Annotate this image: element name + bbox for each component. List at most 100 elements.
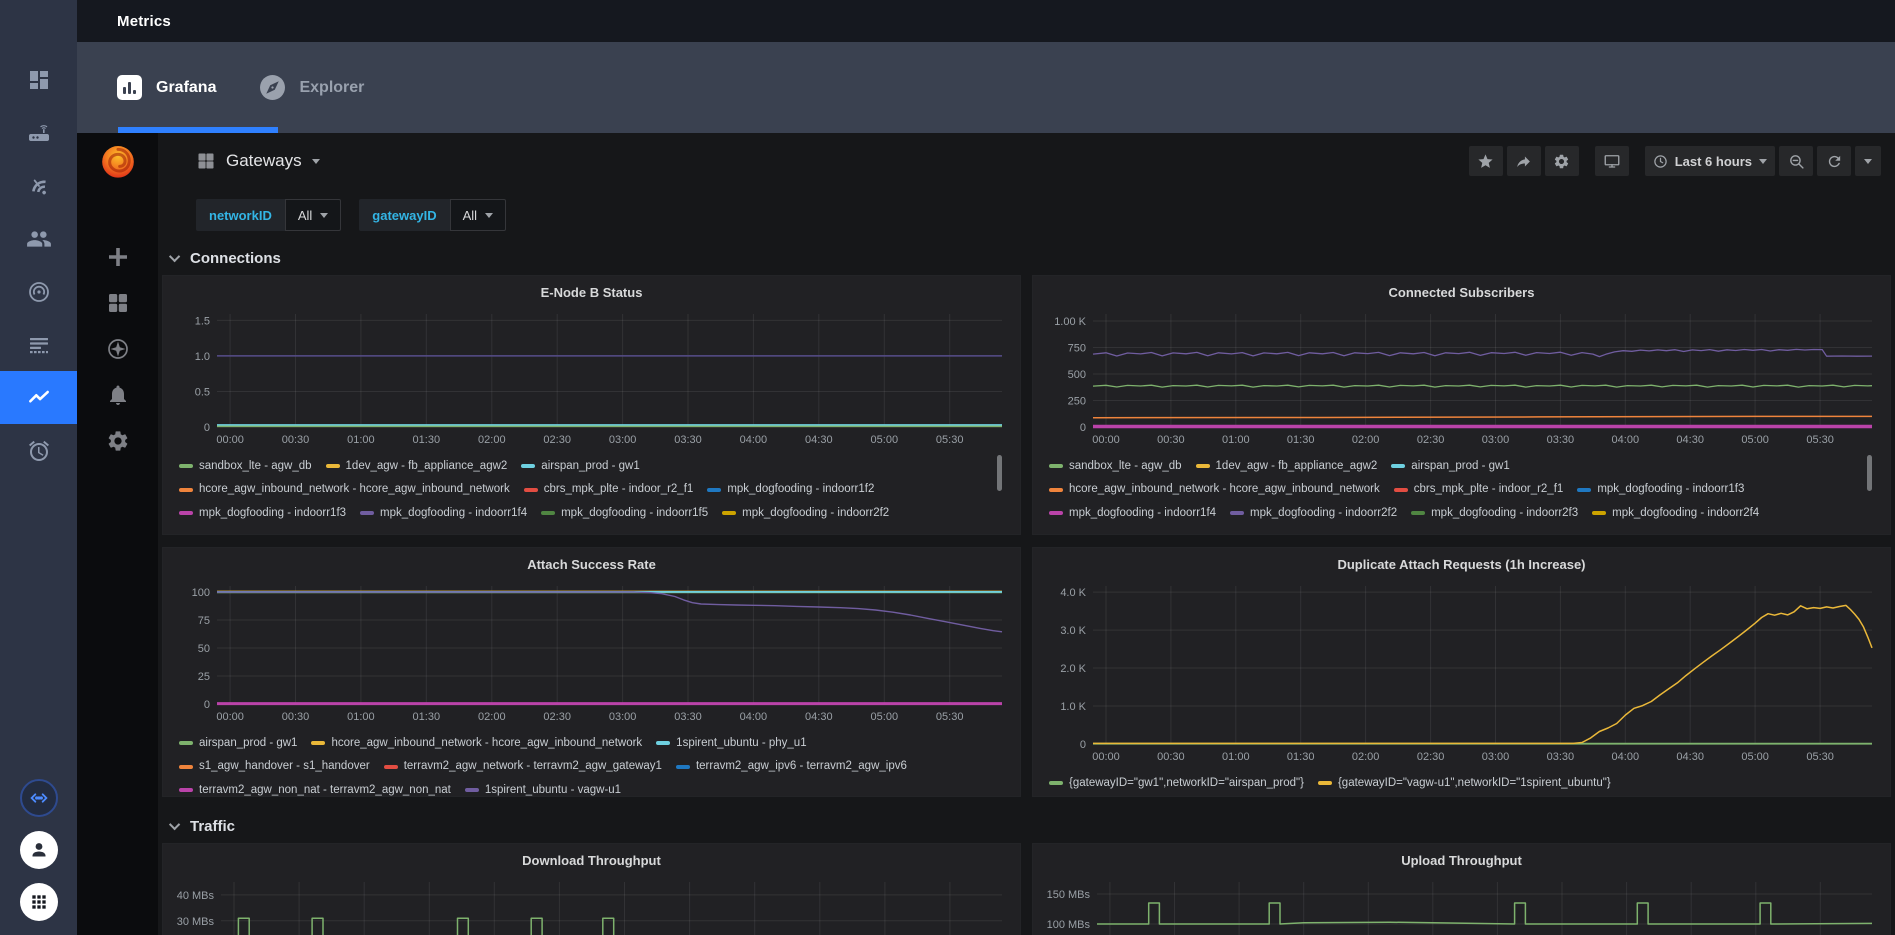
tv-mode-icon — [1603, 152, 1621, 170]
legend-item[interactable]: terravm2_agw_network - terravm2_agw_gate… — [384, 756, 662, 777]
legend-item[interactable]: airspan_prod - gw1 — [521, 456, 639, 477]
create-button[interactable] — [106, 245, 130, 269]
chart-legend: {gatewayID="gw1",networkID="airspan_prod… — [1049, 770, 1876, 794]
legend-item[interactable]: {gatewayID="vagw-u1",networkID="1spirent… — [1318, 773, 1611, 794]
app-main: Metrics Grafana Explorer — [77, 0, 1895, 935]
legend-item[interactable]: s1_agw_handover - s1_handover — [179, 756, 370, 777]
legend-item[interactable]: hcore_agw_inbound_network - hcore_agw_in… — [1049, 479, 1380, 500]
legend-swatch-icon — [722, 511, 736, 515]
apps-button[interactable] — [20, 883, 58, 921]
account-button[interactable] — [20, 831, 58, 869]
legend-item[interactable]: hcore_agw_inbound_network - hcore_agw_in… — [311, 733, 642, 754]
panel-row: E-Node B Status 00:0000:3001:0001:3002:0… — [162, 275, 1891, 535]
configuration-button[interactable] — [106, 429, 130, 453]
legend-item[interactable]: airspan_prod - gw1 — [1391, 456, 1509, 477]
legend-item[interactable]: 1spirent_ubuntu - vagw-u1 — [465, 780, 621, 797]
legend-item[interactable]: mpk_dogfooding - indoorr2f2 — [1230, 503, 1397, 520]
clock-icon — [1653, 154, 1668, 169]
legend-item[interactable]: cbrs_mpk_plte - indoor_r2_f1 — [524, 479, 694, 500]
panel-title[interactable]: Upload Throughput — [1041, 849, 1882, 873]
panel-title[interactable]: Download Throughput — [171, 849, 1012, 873]
tab-grafana[interactable]: Grafana — [95, 42, 238, 133]
sidebar-item-logs[interactable] — [0, 318, 77, 371]
connected-subscribers-chart[interactable]: 00:0000:3001:0001:3002:0002:3003:0003:30… — [1041, 309, 1882, 449]
api-docs-button[interactable] — [20, 779, 58, 817]
legend-item[interactable]: mpk_dogfooding - indoorr2f2 — [722, 503, 889, 520]
dashboards-button[interactable] — [106, 291, 130, 315]
legend-item[interactable]: hcore_agw_inbound_network - hcore_agw_in… — [179, 479, 510, 500]
legend-item[interactable]: airspan_prod - gw1 — [179, 733, 297, 754]
svg-text:1.00 K: 1.00 K — [1054, 316, 1086, 328]
star-button[interactable] — [1469, 146, 1503, 176]
legend-item[interactable]: mpk_dogfooding - indoorr1f4 — [1049, 503, 1216, 520]
legend-item[interactable]: mpk_dogfooding - indoorr1f5 — [541, 503, 708, 520]
variable-value-dropdown[interactable]: All — [285, 199, 341, 231]
apps-grid-icon — [29, 892, 49, 912]
svg-text:03:00: 03:00 — [609, 711, 637, 723]
dashboard-title-dropdown[interactable]: Gateways — [196, 151, 320, 171]
legend-swatch-icon — [676, 765, 690, 769]
panel-upload-throughput: Upload Throughput 00:0000:3001:0001:3002… — [1032, 843, 1891, 935]
duplicate-attach-requests-chart[interactable]: 00:0000:3001:0001:3002:0002:3003:0003:30… — [1041, 581, 1882, 766]
legend-item[interactable]: mpk_dogfooding - indoorr1f3 — [179, 503, 346, 520]
legend-item[interactable]: sandbox_lte - agw_db — [1049, 456, 1182, 477]
variable-value-dropdown[interactable]: All — [450, 199, 506, 231]
svg-text:03:30: 03:30 — [1547, 434, 1575, 446]
legend-item[interactable]: terravm2_agw_ipv6 - terravm2_agw_ipv6 — [676, 756, 907, 777]
upload-throughput-chart[interactable]: 00:0000:3001:0001:3002:0002:3003:0003:30… — [1041, 877, 1882, 935]
legend-swatch-icon — [179, 788, 193, 792]
chevron-down-icon — [1759, 159, 1767, 164]
sidebar-item-gateways[interactable] — [0, 106, 77, 159]
legend-item[interactable]: mpk_dogfooding - indoorr2f3 — [1411, 503, 1578, 520]
zoom-out-button[interactable] — [1779, 146, 1813, 176]
legend-item[interactable]: 1dev_agw - fb_appliance_agw2 — [326, 456, 508, 477]
attach-success-rate-chart[interactable]: 00:0000:3001:0001:3002:0002:3003:0003:30… — [171, 581, 1012, 726]
sidebar-item-metrics[interactable] — [0, 371, 77, 424]
dashboard-settings-button[interactable] — [1545, 146, 1579, 176]
enodeb-status-chart[interactable]: 00:0000:3001:0001:3002:0002:3003:0003:30… — [171, 309, 1012, 449]
legend-scrollbar[interactable] — [1867, 455, 1872, 491]
refresh-interval-button[interactable] — [1855, 146, 1881, 176]
panel-title[interactable]: E-Node B Status — [171, 281, 1012, 305]
alerting-button[interactable] — [106, 383, 130, 407]
legend-item[interactable]: 1spirent_ubuntu - phy_u1 — [656, 733, 806, 754]
refresh-button[interactable] — [1817, 146, 1851, 176]
legend-item[interactable]: 1dev_agw - fb_appliance_agw2 — [1196, 456, 1378, 477]
legend-item[interactable]: {gatewayID="gw1",networkID="airspan_prod… — [1049, 773, 1304, 794]
panel-attach-success-rate: Attach Success Rate 00:0000:3001:0001:30… — [162, 547, 1021, 797]
svg-text:00:00: 00:00 — [1092, 751, 1120, 763]
sidebar-item-dashboard[interactable] — [0, 53, 77, 106]
legend-item[interactable]: cbrs_mpk_plte - indoor_r2_f1 — [1394, 479, 1564, 500]
panel-title[interactable]: Duplicate Attach Requests (1h Increase) — [1041, 553, 1882, 577]
legend-item[interactable]: sandbox_lte - agw_db — [179, 456, 312, 477]
legend-item[interactable]: terravm2_agw_non_nat - terravm2_agw_non_… — [179, 780, 451, 797]
sidebar-item-alarms[interactable] — [0, 424, 77, 477]
sidebar-item-subscribers[interactable] — [0, 212, 77, 265]
dashboard-header: Gateways — [158, 133, 1895, 189]
legend-swatch-icon — [360, 511, 374, 515]
explore-button[interactable] — [106, 337, 130, 361]
legend-item[interactable]: mpk_dogfooding - indoorr1f3 — [1577, 479, 1744, 500]
legend-swatch-icon — [524, 488, 538, 492]
panel-title[interactable]: Connected Subscribers — [1041, 281, 1882, 305]
variable-label: gatewayID — [359, 199, 449, 231]
panel-title[interactable]: Attach Success Rate — [171, 553, 1012, 577]
share-button[interactable] — [1507, 146, 1541, 176]
legend-item[interactable]: mpk_dogfooding - indoorr1f2 — [707, 479, 874, 500]
sidebar-item-radio[interactable] — [0, 265, 77, 318]
section-connections[interactable]: Connections — [158, 241, 1895, 275]
create-plus-icon — [106, 245, 130, 269]
svg-text:02:30: 02:30 — [1417, 751, 1445, 763]
tab-explorer[interactable]: Explorer — [238, 42, 386, 133]
legend-item[interactable]: mpk_dogfooding - indoorr2f4 — [1592, 503, 1759, 520]
time-range-button[interactable]: Last 6 hours — [1645, 146, 1775, 176]
tv-mode-button[interactable] — [1595, 146, 1629, 176]
section-traffic[interactable]: Traffic — [158, 809, 1895, 843]
svg-text:04:30: 04:30 — [805, 434, 833, 446]
sidebar-item-network[interactable] — [0, 159, 77, 212]
grafana-logo[interactable] — [98, 141, 138, 181]
legend-item[interactable]: mpk_dogfooding - indoorr1f4 — [360, 503, 527, 520]
download-throughput-chart[interactable]: 00:0000:3001:0001:3002:0002:3003:0003:30… — [171, 877, 1012, 935]
wifi-icon — [27, 174, 51, 198]
legend-scrollbar[interactable] — [997, 455, 1002, 491]
